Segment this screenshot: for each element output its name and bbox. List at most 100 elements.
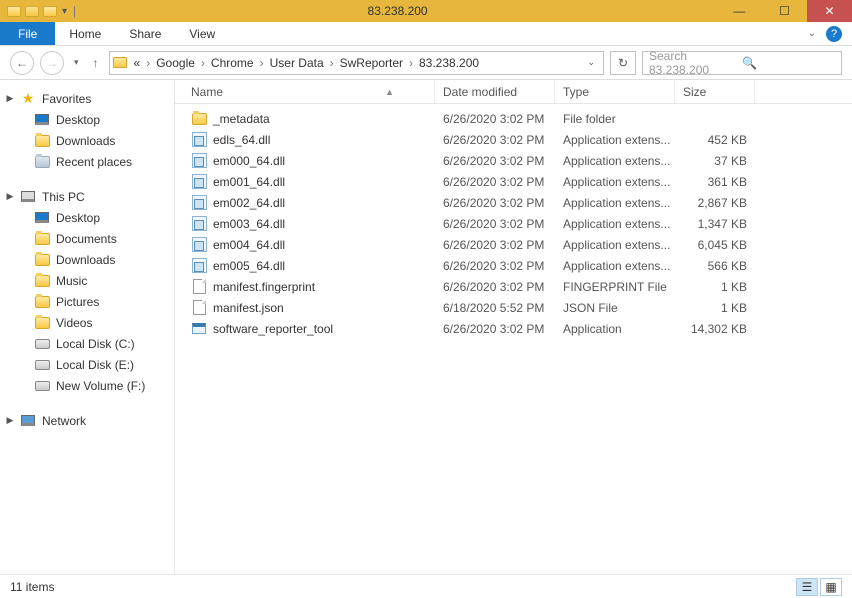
file-size: 566 KB [675, 259, 755, 273]
search-icon: 🔍 [742, 56, 835, 70]
collapse-icon[interactable]: ▶ [6, 191, 14, 202]
ribbon: File Home Share View ⌄ ? [0, 22, 852, 46]
col-date[interactable]: Date modified [435, 80, 555, 103]
tab-file[interactable]: File [0, 22, 55, 45]
sidebar-item-recent[interactable]: Recent places [0, 151, 174, 172]
file-row[interactable]: _metadata6/26/2020 3:02 PMFile folder [175, 108, 852, 129]
refresh-button[interactable]: ↻ [610, 51, 636, 75]
collapse-icon[interactable]: ▶ [6, 93, 14, 104]
chevron-right-icon[interactable]: › [201, 56, 205, 70]
breadcrumb-item[interactable]: 83.238.200 [415, 56, 483, 70]
file-type: Application extens... [555, 217, 675, 231]
maximize-button[interactable]: ☐ [762, 0, 807, 22]
file-row[interactable]: manifest.fingerprint6/26/2020 3:02 PMFIN… [175, 276, 852, 297]
up-button[interactable]: ↑ [89, 56, 103, 70]
sidebar-item-downloads[interactable]: Downloads [0, 249, 174, 270]
dll-icon [192, 237, 207, 252]
breadcrumb-item[interactable]: Chrome [207, 56, 258, 70]
file-date: 6/26/2020 3:02 PM [435, 133, 555, 147]
file-row[interactable]: edls_64.dll6/26/2020 3:02 PMApplication … [175, 129, 852, 150]
recent-icon [35, 156, 50, 168]
file-date: 6/18/2020 5:52 PM [435, 301, 555, 315]
qat-properties-icon[interactable] [24, 3, 40, 19]
view-large-icon[interactable]: ▦ [820, 578, 842, 596]
file-name: em000_64.dll [183, 153, 435, 169]
ribbon-right: ⌄ ? [798, 22, 852, 45]
folder-icon [35, 254, 50, 266]
sidebar-network[interactable]: ▶ Network [0, 410, 174, 431]
file-row[interactable]: em004_64.dll6/26/2020 3:02 PMApplication… [175, 234, 852, 255]
chevron-right-icon[interactable]: › [146, 56, 150, 70]
file-row[interactable]: manifest.json6/18/2020 5:52 PMJSON File1… [175, 297, 852, 318]
minimize-button[interactable]: — [717, 0, 762, 22]
sidebar-item-desktop[interactable]: Desktop [0, 207, 174, 228]
file-type: Application extens... [555, 175, 675, 189]
sidebar-label: Network [42, 414, 86, 428]
recent-locations-icon[interactable]: ▾ [70, 57, 83, 68]
col-size[interactable]: Size [675, 80, 755, 103]
tab-view[interactable]: View [175, 22, 229, 45]
chevron-right-icon[interactable]: › [409, 56, 413, 70]
sidebar-item-drive-f[interactable]: New Volume (F:) [0, 375, 174, 396]
file-row[interactable]: em000_64.dll6/26/2020 3:02 PMApplication… [175, 150, 852, 171]
sidebar-item-pictures[interactable]: Pictures [0, 291, 174, 312]
file-row[interactable]: em003_64.dll6/26/2020 3:02 PMApplication… [175, 213, 852, 234]
close-button[interactable]: ✕ [807, 0, 852, 22]
sidebar-thispc[interactable]: ▶ This PC [0, 186, 174, 207]
drive-icon [35, 360, 50, 370]
tab-home[interactable]: Home [55, 22, 115, 45]
forward-button[interactable]: → [40, 51, 64, 75]
desktop-icon [35, 114, 49, 125]
file-size: 1 KB [675, 280, 755, 294]
help-icon[interactable]: ? [826, 26, 842, 42]
file-row[interactable]: em002_64.dll6/26/2020 3:02 PMApplication… [175, 192, 852, 213]
tab-share[interactable]: Share [115, 22, 175, 45]
sidebar-favorites[interactable]: ▶ ★ Favorites [0, 88, 174, 109]
sidebar-item-drive-e[interactable]: Local Disk (E:) [0, 354, 174, 375]
col-type[interactable]: Type [555, 80, 675, 103]
view-toggle: ☰ ▦ [796, 578, 842, 596]
col-name[interactable]: Name▲ [183, 80, 435, 103]
address-dropdown-icon[interactable]: ⌄ [581, 57, 601, 68]
collapse-icon[interactable]: ▶ [6, 415, 14, 426]
file-pane: Name▲ Date modified Type Size _metadata6… [175, 80, 852, 574]
file-size: 14,302 KB [675, 322, 755, 336]
chevron-right-icon[interactable]: › [330, 56, 334, 70]
qat-customize-icon[interactable]: ▾ [60, 6, 69, 17]
file-list[interactable]: _metadata6/26/2020 3:02 PMFile folderedl… [175, 104, 852, 574]
file-row[interactable]: em001_64.dll6/26/2020 3:02 PMApplication… [175, 171, 852, 192]
sidebar-item-documents[interactable]: Documents [0, 228, 174, 249]
breadcrumb-overflow[interactable]: « [130, 56, 145, 70]
file-name: manifest.json [183, 300, 435, 316]
breadcrumb-item[interactable]: User Data [266, 56, 328, 70]
ribbon-collapse-icon[interactable]: ⌄ [808, 28, 816, 39]
dll-icon [192, 195, 207, 210]
file-date: 6/26/2020 3:02 PM [435, 175, 555, 189]
breadcrumb-item[interactable]: Google [152, 56, 199, 70]
sidebar-label: Favorites [42, 92, 91, 106]
file-row[interactable]: em005_64.dll6/26/2020 3:02 PMApplication… [175, 255, 852, 276]
sidebar-item-videos[interactable]: Videos [0, 312, 174, 333]
sidebar-item-music[interactable]: Music [0, 270, 174, 291]
file-icon [193, 279, 206, 294]
pc-icon [20, 189, 36, 205]
breadcrumb-item[interactable]: SwReporter [336, 56, 407, 70]
main-area: ▶ ★ Favorites Desktop Downloads Recent p… [0, 80, 852, 574]
search-input[interactable]: Search 83.238.200 🔍 [642, 51, 842, 75]
column-headers: Name▲ Date modified Type Size [175, 80, 852, 104]
window-controls: — ☐ ✕ [717, 0, 852, 22]
file-date: 6/26/2020 3:02 PM [435, 154, 555, 168]
sidebar-item-desktop[interactable]: Desktop [0, 109, 174, 130]
quick-access-toolbar: ▾ | [0, 3, 78, 19]
view-details-icon[interactable]: ☰ [796, 578, 818, 596]
sidebar-item-drive-c[interactable]: Local Disk (C:) [0, 333, 174, 354]
drive-icon [35, 339, 50, 349]
chevron-right-icon[interactable]: › [260, 56, 264, 70]
network-icon [20, 413, 36, 429]
file-row[interactable]: software_reporter_tool6/26/2020 3:02 PMA… [175, 318, 852, 339]
address-bar[interactable]: « › Google › Chrome › User Data › SwRepo… [109, 51, 604, 75]
sidebar-item-downloads[interactable]: Downloads [0, 130, 174, 151]
back-button[interactable]: ← [10, 51, 34, 75]
folder-icon [192, 113, 207, 125]
qat-newfolder-icon[interactable] [42, 3, 58, 19]
